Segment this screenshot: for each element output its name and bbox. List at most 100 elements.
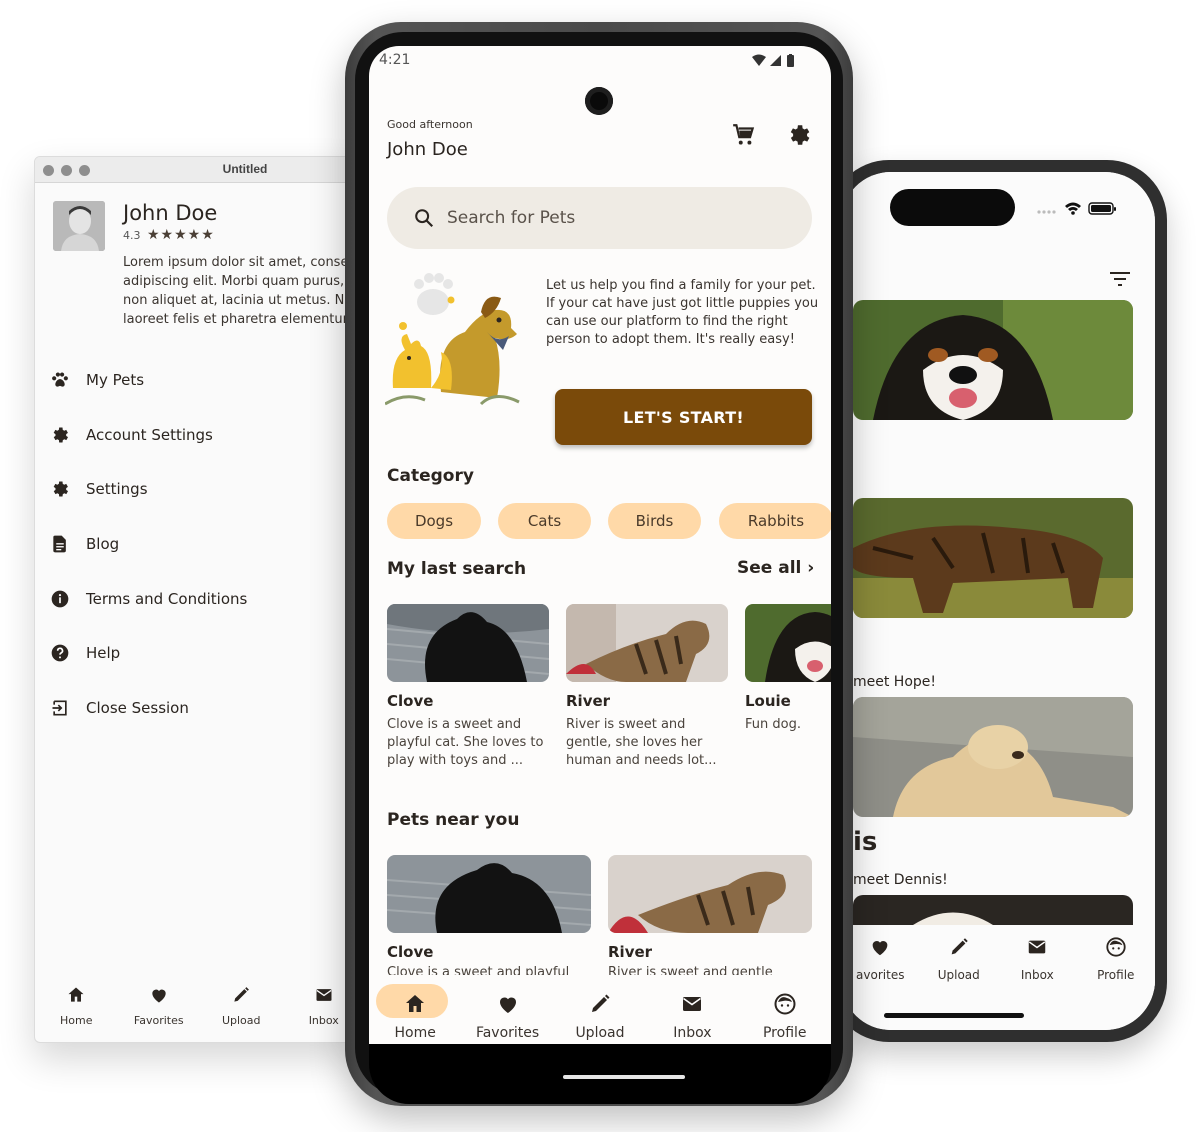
menu-item-my-pets[interactable]: My Pets: [49, 353, 247, 408]
menu-label: Blog: [86, 535, 120, 554]
pet-card[interactable]: Louie Fun dog.: [745, 604, 831, 770]
nav-home[interactable]: Home: [35, 979, 118, 1039]
dynamic-island: [890, 189, 1015, 226]
pet-photo-brindle[interactable]: [853, 498, 1133, 618]
document-icon: [49, 533, 71, 555]
nav-inbox[interactable]: Inbox: [646, 982, 738, 1046]
nav-profile[interactable]: Profile: [1077, 930, 1156, 990]
menu-label: Settings: [86, 480, 148, 499]
nav-label: Upload: [575, 1025, 625, 1041]
pet-name: Clove: [387, 692, 434, 710]
see-all-link[interactable]: See all ›: [737, 558, 814, 578]
pet-image-cat-tabby: [566, 604, 728, 682]
camera-icon: [585, 87, 613, 115]
android-bottom-nav: Home Favorites Upload Inbox Profile: [369, 982, 831, 1046]
chip-birds[interactable]: Birds: [608, 503, 701, 539]
menu-label: Close Session: [86, 698, 189, 717]
gear-icon: [49, 424, 71, 446]
mail-icon: [683, 997, 702, 1011]
search-input[interactable]: Search for Pets: [387, 187, 812, 249]
pet-card[interactable]: River River is sweet and gentle, she lov…: [566, 604, 728, 770]
menu-item-terms[interactable]: Terms and Conditions: [49, 571, 247, 626]
pet-photo-partial[interactable]: [853, 895, 1133, 925]
pet-photo-bernese[interactable]: [853, 300, 1133, 420]
pet-caption: meet Hope!: [853, 674, 937, 690]
mail-icon: [316, 989, 332, 1001]
nav-label: Upload: [221, 1014, 261, 1027]
paw-icon: [49, 369, 71, 391]
nav-label: Profile: [1097, 968, 1135, 982]
pencil-icon: [591, 994, 610, 1012]
pet-image-cat-black: [387, 855, 591, 933]
android-chin: [369, 1044, 831, 1104]
menu-item-blog[interactable]: Blog: [49, 517, 247, 572]
lets-start-button[interactable]: LET'S START!: [555, 389, 812, 445]
heart-icon: [872, 941, 888, 956]
near-pet-card[interactable]: River River is sweet and gentle: [608, 855, 812, 975]
heart-icon: [152, 989, 166, 1003]
pet-name: River: [608, 943, 653, 961]
face-icon: [1106, 937, 1126, 957]
nav-label: Inbox: [673, 1025, 712, 1041]
android-screen: 4:21 Good afternoon John Doe Search for …: [369, 46, 831, 1046]
status-time: 4:21: [379, 52, 411, 68]
window-titlebar: Untitled: [35, 157, 363, 183]
nav-label: Profile: [762, 1025, 807, 1041]
pet-description: Clove is a sweet and playful: [387, 965, 570, 975]
filter-icon[interactable]: [1108, 269, 1132, 289]
near-pet-card[interactable]: Clove Clove is a sweet and playful: [387, 855, 591, 975]
pet-name: Louie: [745, 692, 791, 710]
settings-gear-icon[interactable]: [786, 122, 812, 148]
chip-cats[interactable]: Cats: [498, 503, 591, 539]
desktop-bottom-nav: Home Favorites Upload Inbox: [35, 979, 363, 1039]
cart-icon[interactable]: [731, 122, 757, 148]
nav-upload[interactable]: Upload: [554, 982, 646, 1046]
menu-item-help[interactable]: Help: [49, 626, 247, 681]
chip-dogs[interactable]: Dogs: [387, 503, 481, 539]
pet-name-partial: is: [853, 827, 878, 857]
pet-image-cat-tabby: [608, 855, 812, 933]
search-icon: [415, 209, 434, 228]
nav-profile[interactable]: Profile: [739, 982, 831, 1046]
pet-description: River is sweet and gentle: [608, 965, 773, 975]
nav-label: Favorites: [133, 1014, 184, 1027]
side-menu: My Pets Account Settings Settings Blog T…: [49, 353, 247, 735]
status-icons: [1037, 202, 1116, 215]
bio-line: adipiscing elit. Morbi quam purus,: [123, 274, 345, 289]
nav-inbox[interactable]: Inbox: [998, 930, 1077, 990]
pets-near-title: Pets near you: [387, 810, 520, 830]
profile-rating: 4.3: [123, 229, 141, 242]
pet-name: Clove: [387, 943, 434, 961]
pet-card[interactable]: Clove Clove is a sweet and playful cat. …: [387, 604, 549, 770]
menu-label: Terms and Conditions: [86, 589, 248, 608]
nav-upload[interactable]: Upload: [920, 930, 999, 990]
pet-description: River is sweet and gentle, she loves her…: [566, 717, 717, 768]
status-icons: [752, 54, 794, 67]
rating-stars: ★★★★★: [147, 227, 215, 243]
iphone-screen: meet Hope! is meet Dennis! avorites Uplo…: [841, 172, 1155, 1030]
mail-icon: [1029, 940, 1046, 954]
nav-favorites[interactable]: Favorites: [118, 979, 201, 1039]
category-title: Category: [387, 466, 474, 486]
nav-upload[interactable]: Upload: [200, 979, 283, 1039]
face-icon: [774, 993, 796, 1015]
iphone-content: meet Hope! is meet Dennis! avorites Uplo…: [841, 172, 1155, 1030]
nav-favorites[interactable]: Favorites: [461, 982, 553, 1046]
home-indicator: [884, 1013, 1024, 1018]
menu-label: My Pets: [86, 371, 145, 390]
iphone-bottom-nav: avorites Upload Inbox Profile: [841, 930, 1155, 990]
gesture-bar[interactable]: [563, 1075, 685, 1079]
menu-item-settings[interactable]: Settings: [49, 462, 247, 517]
pet-photo-labrador[interactable]: [853, 697, 1133, 817]
nav-label: Inbox: [1020, 968, 1054, 982]
menu-item-account-settings[interactable]: Account Settings: [49, 408, 247, 463]
pet-name: River: [566, 692, 611, 710]
nav-home[interactable]: Home: [369, 982, 461, 1046]
last-search-title: My last search: [387, 559, 527, 579]
home-icon: [68, 987, 84, 1002]
menu-item-close-session[interactable]: Close Session: [49, 681, 247, 736]
profile-name: John Doe: [123, 201, 218, 225]
help-icon: [49, 642, 71, 664]
pet-description: Fun dog.: [745, 717, 801, 732]
chip-rabbits[interactable]: Rabbits: [719, 503, 831, 539]
